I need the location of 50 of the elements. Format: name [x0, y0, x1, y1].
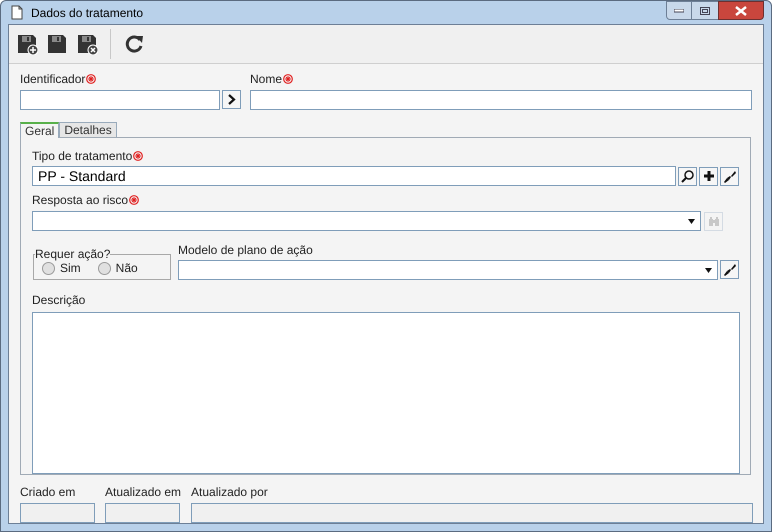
- field-label: Identificador: [20, 72, 86, 86]
- dropdown-arrow-icon: [688, 218, 695, 224]
- save-close-button[interactable]: [76, 33, 98, 55]
- save-new-button[interactable]: [16, 33, 38, 55]
- dropdown-arrow-icon: [705, 268, 712, 273]
- save-close-icon: [76, 33, 98, 55]
- radio-label: Não: [116, 260, 138, 278]
- close-button[interactable]: [718, 1, 764, 20]
- plus-icon: [704, 171, 714, 182]
- field-label: Descrição: [32, 293, 86, 308]
- close-icon: [735, 6, 747, 16]
- clear-button[interactable]: [720, 166, 740, 186]
- name-field[interactable]: [250, 90, 752, 110]
- identifier-field[interactable]: [20, 90, 220, 110]
- field-label: Atualizado em: [105, 484, 182, 498]
- field-label: Modelo de plano de ação: [178, 242, 313, 257]
- window-title: Dados do tratamento: [31, 4, 144, 22]
- group-legend: Requer ação?: [35, 248, 110, 262]
- brush-icon: [723, 170, 736, 183]
- radio-button[interactable]: [42, 262, 55, 275]
- binoculars-icon: [708, 216, 720, 227]
- tab[interactable]: Geral: [20, 122, 60, 138]
- save-new-icon: [16, 33, 38, 55]
- clear-button[interactable]: [720, 260, 739, 280]
- next-button[interactable]: [222, 90, 241, 109]
- search-button[interactable]: [678, 166, 698, 186]
- save-button[interactable]: [46, 33, 68, 55]
- document-icon: [11, 5, 23, 20]
- treatment-type-field[interactable]: PP - Standard: [32, 166, 676, 186]
- tab[interactable]: Detalhes: [59, 122, 117, 137]
- field-label: Resposta ao risco: [32, 193, 128, 208]
- minimize-icon: [674, 8, 684, 12]
- add-button[interactable]: [699, 166, 718, 186]
- maximize-button[interactable]: [692, 1, 718, 20]
- refresh-button[interactable]: [123, 33, 145, 55]
- field-label: Tipo de tratamento: [32, 149, 132, 164]
- refresh-icon: [124, 34, 144, 54]
- search-icon: [681, 170, 694, 183]
- brush-icon: [723, 263, 736, 276]
- radio-button[interactable]: [98, 262, 111, 275]
- minimize-button[interactable]: [666, 1, 692, 20]
- risk-response-select[interactable]: [32, 211, 701, 232]
- field-label: Criado em: [20, 484, 76, 498]
- chevron-right-icon: [228, 94, 236, 105]
- field-label: Nome: [250, 72, 282, 86]
- maximize-icon: [700, 6, 710, 14]
- save-icon: [46, 33, 68, 55]
- description-field[interactable]: [32, 312, 740, 474]
- radio-label: Sim: [60, 260, 81, 278]
- field-label: Atualizado por: [191, 484, 268, 498]
